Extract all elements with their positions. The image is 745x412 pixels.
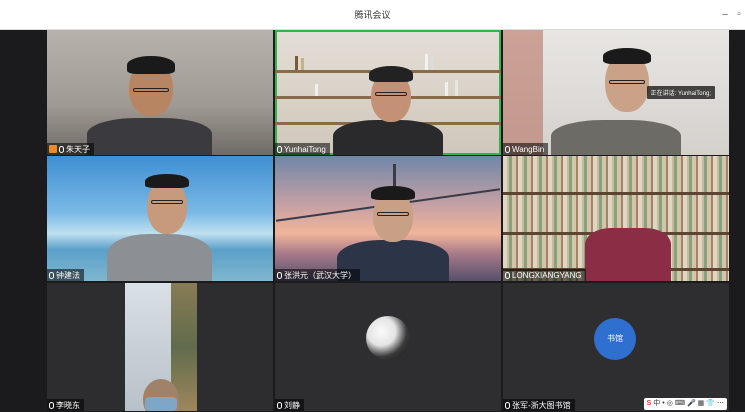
mic-icon <box>505 401 510 409</box>
mic-icon[interactable]: 🎤 <box>687 399 696 409</box>
participant-name-bar: YunhaiTong <box>275 143 330 155</box>
shirt-icon[interactable]: 👕 <box>706 399 715 409</box>
video-tile[interactable]: 刘静 <box>275 283 501 411</box>
video-tile[interactable]: 张洪元（武汉大学） <box>275 156 501 281</box>
participant-name: 张洪元（武汉大学） <box>284 270 356 280</box>
mic-icon <box>505 145 510 153</box>
video-tile[interactable]: 正在讲话: YunhaiTong; WangBin <box>503 30 729 155</box>
restore-button[interactable]: ▫ <box>731 0 745 30</box>
video-grid: 朱天子 YunhaiTong 正在讲话: YunhaiTong; WangBin… <box>47 30 730 411</box>
mic-icon <box>59 145 64 153</box>
participant-name: 刘静 <box>284 400 300 410</box>
chair <box>585 228 671 281</box>
meeting-window: 腾讯会议 – ▫ 朱天子 YunhaiTong 正在讲话: YunhaiTong… <box>0 0 745 412</box>
participant-name: WangBin <box>512 144 545 154</box>
participant-name-bar: 张军-浙大图书馆 <box>503 399 575 411</box>
participant-name: 钟建法 <box>56 270 80 280</box>
title-bar: 腾讯会议 – ▫ <box>0 0 745 30</box>
participant-name-bar: WangBin <box>503 143 549 155</box>
mic-icon <box>277 401 282 409</box>
avatar: 书馆 <box>594 318 636 360</box>
mic-icon <box>277 145 282 153</box>
video-tile[interactable]: 朱天子 <box>47 30 273 155</box>
avatar <box>366 316 410 360</box>
apps-icon[interactable]: ⋯ <box>717 399 724 409</box>
participant-name-bar: LONGXIANGYANG <box>503 269 586 281</box>
zh-mode-icon[interactable]: 中 <box>653 399 660 409</box>
window-title: 腾讯会议 <box>354 10 391 20</box>
participant-name-bar: 钟建法 <box>47 269 84 281</box>
grid-icon[interactable]: ▦ <box>698 399 705 409</box>
emoji-icon[interactable]: ◎ <box>667 399 673 409</box>
participant-name: YunhaiTong <box>284 144 326 154</box>
participant-name-bar: 刘静 <box>275 399 304 411</box>
participant-name-bar: 朱天子 <box>47 143 94 155</box>
video-tile-active-speaker[interactable]: YunhaiTong <box>275 30 501 155</box>
participant-name-bar: 张洪元（武汉大学） <box>275 269 360 281</box>
keyboard-icon[interactable]: ⌨ <box>675 399 685 409</box>
video-tile[interactable]: 书馆 张军-浙大图书馆 S 中 • ◎ ⌨ 🎤 ▦ 👕 ⋯ <box>503 283 729 411</box>
participant-name: 朱天子 <box>66 144 90 154</box>
portrait-video-area <box>125 283 197 411</box>
ime-toolbar[interactable]: S 中 • ◎ ⌨ 🎤 ▦ 👕 ⋯ <box>643 398 727 410</box>
mic-icon <box>49 401 54 409</box>
punctuation-icon[interactable]: • <box>662 399 664 409</box>
participant-name: LONGXIANGYANG <box>512 270 582 280</box>
mic-icon <box>49 271 54 279</box>
video-tile[interactable]: 钟建法 <box>47 156 273 281</box>
speaking-indicator: 正在讲话: YunhaiTong; <box>646 86 715 99</box>
participant-name: 张军-浙大图书馆 <box>512 400 571 410</box>
participant-name: 李晓东 <box>56 400 80 410</box>
video-tile[interactable]: LONGXIANGYANG <box>503 156 729 281</box>
host-icon <box>49 145 57 153</box>
mic-icon <box>505 271 510 279</box>
participant-name-bar: 李晓东 <box>47 399 84 411</box>
background-shelf <box>503 30 543 155</box>
video-tile[interactable]: 李晓东 <box>47 283 273 411</box>
mic-icon <box>277 271 282 279</box>
sogou-s-icon[interactable]: S <box>647 399 652 409</box>
